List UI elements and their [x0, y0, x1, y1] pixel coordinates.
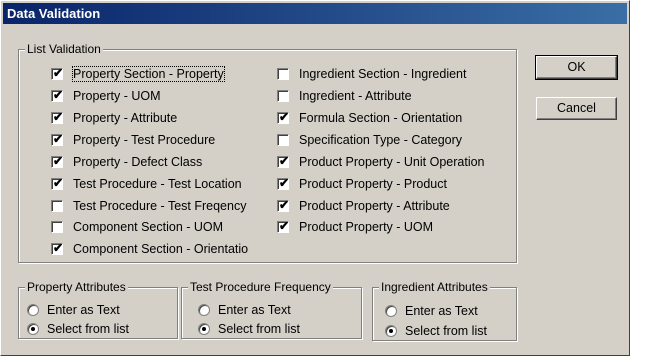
test-procedure-frequency-label: Test Procedure Frequency	[188, 280, 333, 294]
radio-button[interactable]	[198, 323, 210, 335]
checkbox-label: Product Property - Product	[299, 177, 447, 191]
checkbox-label: Formula Section - Orientation	[299, 111, 463, 125]
checkbox-label: Property Section - Property	[72, 66, 225, 82]
checkbox[interactable]: ✔	[51, 176, 64, 190]
check-icon: ✔	[53, 132, 64, 146]
radio-label: Enter as Text	[218, 303, 291, 317]
checkbox-row-right-5[interactable]: ✔ Product Property - Product	[277, 175, 447, 193]
check-icon: ✔	[53, 88, 64, 102]
check-icon: ✔	[279, 110, 290, 124]
radio-dot-icon	[31, 327, 35, 331]
checkbox[interactable]: ✔	[277, 110, 290, 124]
checkbox-row-right-4[interactable]: ✔ Product Property - Unit Operation	[277, 153, 485, 171]
checkbox[interactable]: ✔	[51, 110, 64, 124]
radio-label: Select from list	[405, 324, 487, 338]
check-icon: ✔	[279, 176, 290, 190]
radio-dot-icon	[389, 329, 393, 333]
checkbox-label: Property - Defect Class	[73, 155, 203, 169]
check-icon: ✔	[53, 154, 64, 168]
checkbox[interactable]: ✔	[277, 219, 290, 233]
checkbox[interactable]	[277, 90, 289, 102]
checkbox[interactable]: ✔	[277, 154, 290, 168]
ok-button[interactable]: OK	[535, 55, 618, 80]
check-icon: ✔	[279, 154, 290, 168]
radio-label: Enter as Text	[47, 303, 120, 317]
cancel-button[interactable]: Cancel	[536, 97, 617, 120]
checkbox[interactable]	[51, 221, 63, 233]
check-icon: ✔	[53, 110, 64, 124]
checkbox-label: Specification Type - Category	[299, 133, 463, 147]
checkbox-label: Ingredient Section - Ingredient	[299, 67, 467, 81]
checkbox[interactable]: ✔	[51, 88, 64, 102]
radio-option-0-1[interactable]: Select from list	[27, 320, 129, 338]
checkbox[interactable]: ✔	[277, 198, 290, 212]
radio-label: Select from list	[218, 322, 300, 336]
checkbox[interactable]: ✔	[51, 241, 64, 255]
checkbox[interactable]: ✔	[51, 66, 64, 80]
radio-button[interactable]	[385, 325, 397, 337]
checkbox-label: Property - Attribute	[73, 111, 178, 125]
check-icon: ✔	[53, 176, 64, 190]
radio-label: Enter as Text	[405, 304, 478, 318]
checkbox-row-right-3[interactable]: Specification Type - Category	[277, 131, 462, 149]
checkbox-row-left-2[interactable]: ✔ Property - Attribute	[51, 109, 177, 127]
checkbox-label: Ingredient - Attribute	[299, 89, 412, 103]
checkbox[interactable]	[51, 200, 63, 212]
checkbox-row-right-2[interactable]: ✔ Formula Section - Orientation	[277, 109, 462, 127]
radio-button[interactable]	[385, 305, 397, 317]
radio-option-1-1[interactable]: Select from list	[198, 320, 300, 338]
checkbox-label: Product Property - Unit Operation	[299, 155, 485, 169]
title-bar: Data Validation	[3, 3, 627, 24]
checkbox[interactable]: ✔	[51, 132, 64, 146]
radio-option-2-0[interactable]: Enter as Text	[385, 302, 478, 320]
radio-label: Select from list	[47, 322, 129, 336]
check-icon: ✔	[279, 198, 290, 212]
checkbox-label: Component Section - UOM	[73, 220, 224, 234]
checkbox-row-left-3[interactable]: ✔ Property - Test Procedure	[51, 131, 215, 149]
checkbox-label: Property - Test Procedure	[73, 133, 216, 147]
checkbox-label: Product Property - Attribute	[299, 199, 450, 213]
checkbox-row-right-0[interactable]: Ingredient Section - Ingredient	[277, 65, 466, 83]
checkbox[interactable]	[277, 134, 289, 146]
radio-button[interactable]	[198, 304, 210, 316]
checkbox-label: Property - UOM	[73, 89, 161, 103]
radio-button[interactable]	[27, 323, 39, 335]
radio-dot-icon	[202, 327, 206, 331]
checkbox-label: Test Procedure - Test Location	[73, 177, 242, 191]
checkbox-row-left-1[interactable]: ✔ Property - UOM	[51, 87, 161, 105]
list-validation-label: List Validation	[25, 42, 103, 56]
ingredient-attributes-label: Ingredient Attributes	[379, 280, 490, 294]
checkbox-row-left-4[interactable]: ✔ Property - Defect Class	[51, 153, 202, 171]
check-icon: ✔	[279, 219, 290, 233]
checkbox-row-left-0[interactable]: ✔ Property Section - Property	[51, 65, 225, 83]
radio-button[interactable]	[27, 304, 39, 316]
checkbox-row-right-1[interactable]: Ingredient - Attribute	[277, 87, 412, 105]
check-icon: ✔	[53, 66, 64, 80]
checkbox-row-right-7[interactable]: ✔ Product Property - UOM	[277, 218, 433, 236]
checkbox-label: Product Property - UOM	[299, 220, 434, 234]
radio-option-0-0[interactable]: Enter as Text	[27, 301, 120, 319]
checkbox-label: Component Section - Orientatio	[73, 242, 249, 256]
data-validation-dialog: Data Validation List Validation Property…	[0, 0, 630, 356]
checkbox-row-left-6[interactable]: Test Procedure - Test Freqency	[51, 197, 246, 215]
checkbox[interactable]	[277, 68, 289, 80]
radio-option-1-0[interactable]: Enter as Text	[198, 301, 291, 319]
checkbox[interactable]: ✔	[277, 176, 290, 190]
checkbox[interactable]: ✔	[51, 154, 64, 168]
radio-option-2-1[interactable]: Select from list	[385, 322, 487, 340]
check-icon: ✔	[53, 241, 64, 255]
checkbox-row-left-5[interactable]: ✔ Test Procedure - Test Location	[51, 175, 242, 193]
checkbox-row-left-7[interactable]: Component Section - UOM	[51, 218, 223, 236]
checkbox-label: Test Procedure - Test Freqency	[73, 199, 247, 213]
checkbox-row-right-6[interactable]: ✔ Product Property - Attribute	[277, 197, 450, 215]
property-attributes-label: Property Attributes	[25, 280, 128, 294]
checkbox-row-left-8[interactable]: ✔ Component Section - Orientatio	[51, 240, 248, 258]
